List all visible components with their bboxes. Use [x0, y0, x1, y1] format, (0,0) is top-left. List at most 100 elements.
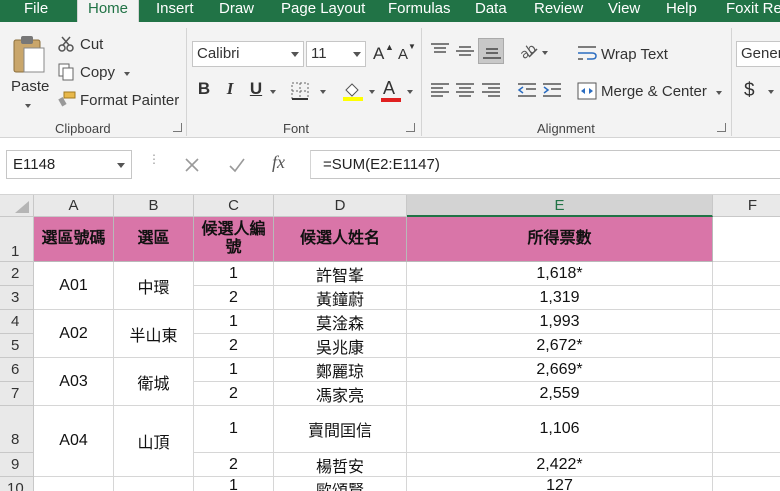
- candidate-name-cell[interactable]: 黃鐘蔚: [274, 286, 407, 310]
- votes-cell[interactable]: 2,422*: [407, 453, 713, 477]
- tab-draw[interactable]: Draw: [219, 0, 254, 22]
- paste-dropdown-arrow[interactable]: [25, 104, 31, 108]
- candidate-name-cell[interactable]: 歐頌賢: [274, 477, 407, 491]
- merge-center-label[interactable]: Merge & Center: [601, 83, 707, 100]
- formula-input[interactable]: =SUM(E2:E1147): [310, 150, 780, 179]
- tab-data[interactable]: Data: [475, 0, 507, 22]
- row-header-3[interactable]: 3: [0, 286, 34, 310]
- candidate-name-cell[interactable]: 楊哲安: [274, 453, 407, 477]
- votes-cell[interactable]: 127: [407, 477, 713, 491]
- candidate-name-cell[interactable]: 鄭麗琼: [274, 358, 407, 382]
- wrap-text-icon[interactable]: [577, 45, 597, 63]
- align-right-icon[interactable]: [481, 82, 501, 98]
- header-cell-district-code[interactable]: 選區號碼: [34, 217, 114, 262]
- tab-view[interactable]: View: [608, 0, 640, 22]
- tab-home[interactable]: Home: [77, 0, 140, 24]
- merge-center-icon[interactable]: [577, 82, 597, 100]
- formula-bar-grip-icon[interactable]: ⋮: [148, 153, 160, 165]
- tab-insert[interactable]: Insert: [156, 0, 194, 22]
- table-cell[interactable]: [34, 477, 114, 491]
- votes-cell[interactable]: 1,618*: [407, 262, 713, 286]
- paste-icon[interactable]: [12, 34, 46, 74]
- copy-icon[interactable]: [58, 63, 74, 81]
- candidate-name-cell[interactable]: 莫淦森: [274, 310, 407, 334]
- font-dialog-launcher-icon[interactable]: [406, 123, 415, 132]
- alignment-dialog-launcher-icon[interactable]: [717, 123, 726, 132]
- tab-help[interactable]: Help: [666, 0, 697, 22]
- underline-button[interactable]: U: [245, 79, 267, 99]
- district-code-cell[interactable]: A01: [34, 262, 114, 310]
- tab-formulas[interactable]: Formulas: [388, 0, 451, 22]
- enter-check-icon[interactable]: [228, 157, 246, 173]
- table-cell[interactable]: [713, 477, 780, 491]
- candidate-number-cell[interactable]: 2: [194, 334, 274, 358]
- candidate-number-cell[interactable]: 1: [194, 310, 274, 334]
- align-bottom-button[interactable]: [478, 38, 504, 64]
- orientation-icon[interactable]: ab: [517, 40, 539, 60]
- table-cell[interactable]: [713, 334, 780, 358]
- candidate-number-cell[interactable]: 2: [194, 382, 274, 406]
- table-cell[interactable]: [713, 453, 780, 477]
- candidate-number-cell[interactable]: 2: [194, 286, 274, 310]
- merge-center-dropdown-arrow[interactable]: [716, 91, 722, 95]
- column-header-a[interactable]: A: [34, 195, 114, 217]
- clipboard-dialog-launcher-icon[interactable]: [173, 123, 182, 132]
- format-painter-label[interactable]: Format Painter: [80, 92, 179, 109]
- votes-cell[interactable]: 2,559: [407, 382, 713, 406]
- header-cell-candidate-name[interactable]: 候選人姓名: [274, 217, 407, 262]
- borders-icon[interactable]: [291, 82, 309, 100]
- align-middle-icon[interactable]: [455, 42, 475, 58]
- district-code-cell[interactable]: A02: [34, 310, 114, 358]
- wrap-text-label[interactable]: Wrap Text: [601, 46, 668, 63]
- font-size-select[interactable]: 11: [306, 41, 366, 67]
- row-header-5[interactable]: 5: [0, 334, 34, 358]
- candidate-number-cell[interactable]: 2: [194, 453, 274, 477]
- format-painter-icon[interactable]: [58, 91, 76, 107]
- copy-label[interactable]: Copy: [80, 64, 115, 81]
- header-cell-district[interactable]: 選區: [114, 217, 194, 262]
- column-header-c[interactable]: C: [194, 195, 274, 217]
- cancel-icon[interactable]: [184, 157, 200, 173]
- increase-indent-icon[interactable]: [542, 82, 562, 98]
- district-name-cell[interactable]: 山頂: [114, 406, 194, 477]
- cut-label[interactable]: Cut: [80, 36, 103, 53]
- votes-cell[interactable]: 1,993: [407, 310, 713, 334]
- select-all-corner[interactable]: [0, 195, 34, 217]
- cut-icon[interactable]: [58, 36, 74, 52]
- table-cell[interactable]: [713, 217, 780, 262]
- row-header-7[interactable]: 7: [0, 382, 34, 406]
- row-header-10[interactable]: 10: [0, 477, 34, 491]
- table-cell[interactable]: [713, 358, 780, 382]
- row-header-4[interactable]: 4: [0, 310, 34, 334]
- votes-cell[interactable]: 2,672*: [407, 334, 713, 358]
- bold-button[interactable]: B: [193, 79, 215, 99]
- number-format-select[interactable]: Gener: [736, 41, 780, 67]
- align-left-icon[interactable]: [430, 82, 450, 98]
- candidate-number-cell[interactable]: 1: [194, 358, 274, 382]
- tab-review[interactable]: Review: [534, 0, 583, 22]
- candidate-name-cell[interactable]: 馮家亮: [274, 382, 407, 406]
- font-name-select[interactable]: Calibri: [192, 41, 304, 67]
- votes-cell[interactable]: 1,319: [407, 286, 713, 310]
- borders-dropdown-arrow[interactable]: [320, 90, 326, 94]
- orientation-dropdown-arrow[interactable]: [542, 51, 548, 55]
- font-color-dropdown-arrow[interactable]: [407, 90, 413, 94]
- grow-font-button[interactable]: A: [373, 44, 384, 64]
- column-header-e[interactable]: E: [407, 195, 713, 217]
- district-name-cell[interactable]: 衛城: [114, 358, 194, 406]
- table-cell[interactable]: [713, 382, 780, 406]
- name-box[interactable]: E1148: [6, 150, 132, 179]
- column-header-b[interactable]: B: [114, 195, 194, 217]
- row-header-2[interactable]: 2: [0, 262, 34, 286]
- row-header-6[interactable]: 6: [0, 358, 34, 382]
- votes-cell[interactable]: 1,106: [407, 406, 713, 453]
- fill-color-dropdown-arrow[interactable]: [369, 90, 375, 94]
- table-cell[interactable]: [713, 262, 780, 286]
- table-cell[interactable]: [713, 310, 780, 334]
- header-cell-candidate-number[interactable]: 候選人編號: [194, 217, 274, 262]
- district-name-cell[interactable]: 中環: [114, 262, 194, 310]
- candidate-name-cell[interactable]: 許智峯: [274, 262, 407, 286]
- column-header-d[interactable]: D: [274, 195, 407, 217]
- shrink-font-button[interactable]: A: [398, 46, 408, 63]
- table-cell[interactable]: [713, 286, 780, 310]
